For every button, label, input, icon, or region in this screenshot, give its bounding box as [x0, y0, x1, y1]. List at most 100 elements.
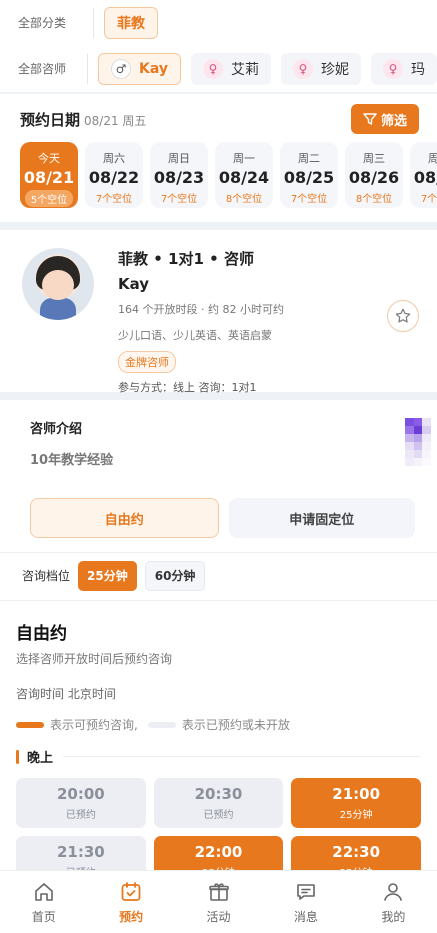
date-card[interactable]: 今天 08/21 5个空位 — [20, 142, 78, 208]
free-booking-button[interactable]: 自由约 — [30, 498, 219, 538]
counselor-card[interactable]: 菲教 • 1对1 • 咨师 Kay 164 个开放时段 · 约 82 小时可约 … — [0, 230, 437, 400]
tab-booking[interactable]: 预约 — [87, 871, 174, 933]
filter-button[interactable]: 筛选 — [350, 104, 419, 134]
date-card-slots: 5个空位 — [24, 190, 74, 207]
gold-badge: 金牌咨师 — [118, 351, 176, 373]
time-slot[interactable]: 20:30 已预约 — [153, 778, 284, 828]
counselor-chip-ma[interactable]: ♀ 玛 — [371, 53, 437, 85]
counselor-tags: 少儿口语、少儿英语、英语启蒙 — [118, 329, 272, 342]
evening-section-title: 晚上 — [16, 747, 421, 766]
page: 全部分类 菲教 全部咨师 ♂ Kay ♀ 艾莉 ♀ 珍妮 ♀ 玛 预约日期 08… — [0, 0, 437, 933]
counselor-chip-label: 艾莉 — [231, 62, 259, 78]
date-card-week: 周二 — [298, 152, 320, 165]
home-icon — [34, 882, 53, 901]
date-card-date: 08/22 — [88, 168, 140, 187]
intro-heading: 咨师介绍 — [30, 422, 83, 437]
avatar-face — [42, 270, 74, 300]
date-card[interactable]: 周日 08/23 7个空位 — [150, 142, 208, 208]
date-title: 预约日期 08/21 周五 — [20, 109, 146, 130]
filter-icon — [363, 113, 377, 125]
favorite-button[interactable] — [387, 300, 419, 332]
tab-messages[interactable]: 消息 — [262, 871, 349, 933]
avatar — [22, 248, 94, 320]
date-card-date: 08/24 — [218, 168, 270, 187]
counselor-chip-kay[interactable]: ♂ Kay — [98, 53, 181, 85]
date-card-slots: 7个空位 — [95, 194, 133, 205]
filter-panel: 全部分类 菲教 全部咨师 ♂ Kay ♀ 艾莉 ♀ 珍妮 ♀ 玛 — [0, 0, 437, 92]
legend-open-swatch — [16, 721, 44, 728]
male-icon: ♂ — [111, 59, 131, 79]
counselor-chip-label: 玛 — [411, 62, 425, 78]
free-booking-heading: 自由约 — [16, 624, 67, 644]
date-card-week: 周一 — [233, 152, 255, 165]
free-booking-section: 自由约 选择咨师开放时间后预约咨询 咨询时间 北京时间 表示可预约咨询, 表示已… — [0, 601, 437, 913]
legend-open-label: 表示可预约咨询, — [50, 718, 138, 732]
slot-status: 已预约 — [65, 810, 96, 821]
counselor-name: Kay — [118, 275, 150, 293]
timezone-label: 咨询时间 北京时间 — [16, 687, 116, 701]
counselor-chip-label: 珍妮 — [321, 62, 349, 78]
slot-time: 21:00 — [332, 785, 381, 803]
date-card-date: 08/21 — [23, 168, 75, 187]
date-section: 预约日期 08/21 周五 筛选 今天 08/21 5个空位 周六 08/22 7个空位 … — [0, 94, 437, 230]
date-card[interactable]: 周六 08/22 7个空位 — [85, 142, 143, 208]
duration-option-25[interactable]: 25分钟 — [78, 560, 137, 591]
slot-time: 22:30 — [332, 843, 381, 861]
bottom-tab-bar: 首页 预约 活动 消息 我的 — [0, 870, 437, 933]
section-divider — [63, 756, 421, 757]
time-slot[interactable]: 21:00 25分钟 — [291, 778, 421, 828]
counselor-chip-aili[interactable]: ♀ 艾莉 — [191, 53, 271, 85]
fixed-slot-button[interactable]: 申请固定位 — [228, 498, 415, 538]
counselor-filter-label[interactable]: 全部咨师 — [18, 54, 88, 84]
female-icon: ♀ — [293, 59, 313, 79]
slot-time: 21:30 — [56, 843, 105, 861]
date-card-slots: 7个空位 — [290, 194, 328, 205]
tab-label: 预约 — [119, 909, 144, 924]
slot-time: 20:00 — [56, 785, 105, 803]
gift-icon — [208, 882, 229, 901]
date-card[interactable]: 周二 08/25 7个空位 — [280, 142, 338, 208]
avatar-body — [40, 298, 76, 320]
date-card-slots: 7个空位 — [420, 194, 437, 205]
date-card-date: 08/27 — [413, 168, 437, 187]
intro-section: 咨师介绍 10年教学经验 — [0, 400, 437, 494]
intro-value: 10年教学经验 — [30, 453, 114, 468]
duration-option-60[interactable]: 60分钟 — [144, 560, 206, 591]
counselor-filter-row: 全部咨师 ♂ Kay ♀ 艾莉 ♀ 珍妮 ♀ 玛 — [0, 46, 437, 92]
date-card-date: 08/25 — [283, 168, 335, 187]
female-icon: ♀ — [383, 59, 403, 79]
date-card[interactable]: 周一 08/24 8个空位 — [215, 142, 273, 208]
time-slot[interactable]: 20:00 已预约 — [16, 778, 146, 828]
date-card-week: 周三 — [363, 152, 385, 165]
female-icon: ♀ — [203, 59, 223, 79]
date-card[interactable]: 周三 08/26 8个空位 — [345, 142, 403, 208]
tab-label: 消息 — [293, 909, 318, 924]
section-label: 晚上 — [27, 751, 54, 766]
booking-type-toggle: 自由约 申请固定位 — [0, 494, 437, 553]
floating-widget[interactable] — [405, 418, 431, 490]
counselor-chip-zhenni[interactable]: ♀ 珍妮 — [281, 53, 361, 85]
category-chip-feijiao[interactable]: 菲教 — [104, 7, 158, 39]
legend-closed-swatch — [147, 721, 176, 728]
free-booking-subtitle: 选择咨师开放时间后预约咨询 — [16, 652, 173, 666]
counselor-meta: 164 个开放时段 · 约 82 小时可约 — [118, 303, 284, 316]
date-card-week: 周日 — [168, 152, 190, 165]
legend: 表示可预约咨询, 表示已预约或未开放 — [16, 716, 421, 733]
date-card[interactable]: 周四 08/27 7个空位 — [410, 142, 437, 208]
user-icon — [384, 882, 403, 901]
date-card-date: 08/23 — [153, 168, 205, 187]
tab-label: 活动 — [206, 909, 231, 924]
date-card-slots: 8个空位 — [355, 194, 393, 205]
date-card-list: 今天 08/21 5个空位 周六 08/22 7个空位 周日 08/23 7个空位 周一 08… — [0, 136, 437, 208]
tab-activity[interactable]: 活动 — [175, 871, 262, 933]
message-icon — [297, 883, 315, 900]
slot-status: 25分钟 — [339, 810, 373, 821]
date-header: 预约日期 08/21 周五 筛选 — [0, 94, 437, 136]
date-card-week: 周六 — [103, 152, 125, 165]
filter-button-label: 筛选 — [380, 113, 407, 129]
category-filter-label[interactable]: 全部分类 — [18, 8, 94, 38]
date-card-week: 今天 — [38, 152, 60, 165]
date-title-label: 预约日期 — [20, 110, 81, 129]
tab-profile[interactable]: 我的 — [350, 871, 437, 933]
tab-home[interactable]: 首页 — [0, 871, 87, 933]
